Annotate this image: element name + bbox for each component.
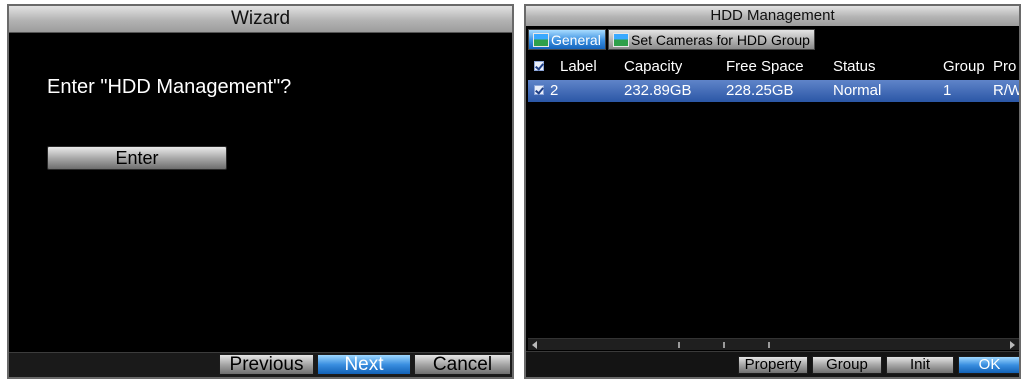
ok-button[interactable]: OK [958, 356, 1019, 374]
cell-capacity: 232.89GB [624, 82, 692, 99]
cell-status: Normal [833, 82, 882, 99]
scroll-tick [723, 342, 725, 348]
scroll-left-icon[interactable] [532, 341, 537, 349]
col-label[interactable]: Label [560, 56, 597, 78]
cell-free-space: 228.25GB [726, 82, 794, 99]
cancel-button[interactable]: Cancel [414, 354, 511, 375]
scroll-right-icon[interactable] [1010, 341, 1015, 349]
col-group[interactable]: Group [943, 56, 985, 78]
wizard-dialog: Wizard Enter "HDD Management"? Enter Pre… [7, 4, 514, 379]
group-button[interactable]: Group [812, 356, 882, 374]
scroll-tick [678, 342, 680, 348]
table-header: Label Capacity Free Space Status Group P… [528, 56, 1019, 80]
wizard-button-bar: Previous Next Cancel [9, 352, 512, 377]
wizard-prompt: Enter "HDD Management"? [47, 76, 292, 98]
col-status[interactable]: Status [833, 56, 876, 78]
hdd-title: HDD Management [526, 6, 1019, 27]
col-free-space[interactable]: Free Space [726, 56, 804, 78]
property-button[interactable]: Property [738, 356, 808, 374]
tab-general[interactable]: General [528, 29, 606, 50]
scroll-tick [768, 342, 770, 348]
cell-label: 2 [550, 82, 559, 99]
cell-property: R/W [993, 82, 1021, 99]
hdd-button-bar: Property Group Init OK [526, 351, 1019, 377]
table-row[interactable]: 2 232.89GB 228.25GB Normal 1 R/W [528, 80, 1019, 102]
wizard-title: Wizard [9, 6, 512, 33]
horizontal-scrollbar[interactable] [528, 338, 1019, 350]
row-checkbox[interactable] [534, 85, 544, 95]
select-all-checkbox[interactable] [534, 61, 544, 71]
enter-button[interactable]: Enter [47, 146, 227, 170]
previous-button[interactable]: Previous [219, 354, 314, 375]
cell-group: 1 [943, 82, 952, 99]
image-icon [613, 33, 629, 47]
tab-bar: General Set Cameras for HDD Group [526, 26, 1019, 52]
next-button[interactable]: Next [317, 354, 411, 375]
col-capacity[interactable]: Capacity [624, 56, 682, 78]
image-icon [533, 33, 549, 47]
tab-label: General [551, 32, 601, 48]
init-button[interactable]: Init [886, 356, 954, 374]
tab-set-cameras[interactable]: Set Cameras for HDD Group [608, 29, 815, 50]
hdd-management-window: HDD Management General Set Cameras for H… [524, 4, 1021, 379]
tab-label: Set Cameras for HDD Group [631, 32, 810, 48]
col-property[interactable]: Pro [993, 56, 1019, 78]
